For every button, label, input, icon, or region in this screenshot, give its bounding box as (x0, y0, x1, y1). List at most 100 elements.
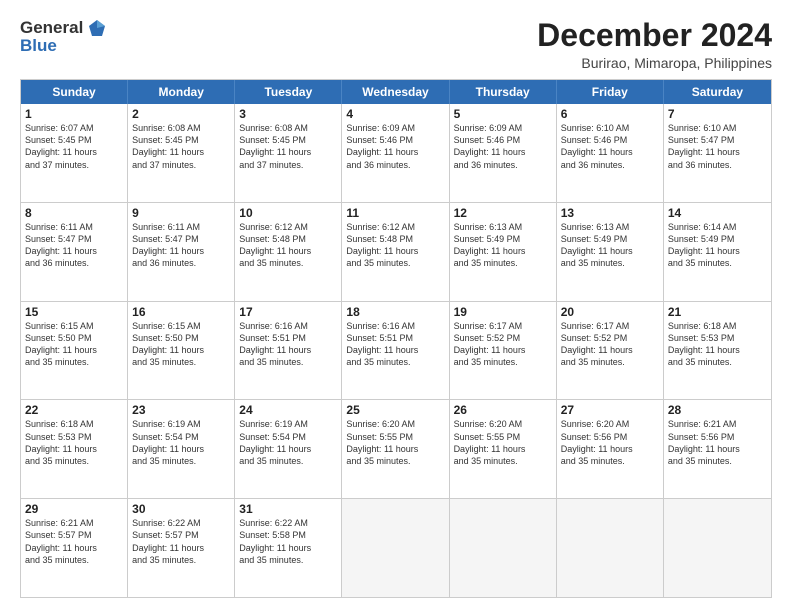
page: General Blue December 2024 Burirao, Mima… (0, 0, 792, 612)
day-number: 28 (668, 403, 767, 417)
day-cell-29: 29Sunrise: 6:21 AM Sunset: 5:57 PM Dayli… (21, 499, 128, 597)
day-cell-31: 31Sunrise: 6:22 AM Sunset: 5:58 PM Dayli… (235, 499, 342, 597)
empty-cell (450, 499, 557, 597)
day-cell-25: 25Sunrise: 6:20 AM Sunset: 5:55 PM Dayli… (342, 400, 449, 498)
day-number: 27 (561, 403, 659, 417)
day-info: Sunrise: 6:22 AM Sunset: 5:58 PM Dayligh… (239, 517, 337, 566)
day-number: 12 (454, 206, 552, 220)
empty-cell (342, 499, 449, 597)
day-info: Sunrise: 6:09 AM Sunset: 5:46 PM Dayligh… (454, 122, 552, 171)
day-cell-1: 1Sunrise: 6:07 AM Sunset: 5:45 PM Daylig… (21, 104, 128, 202)
title-block: December 2024 Burirao, Mimaropa, Philipp… (537, 18, 772, 71)
day-cell-8: 8Sunrise: 6:11 AM Sunset: 5:47 PM Daylig… (21, 203, 128, 301)
calendar: SundayMondayTuesdayWednesdayThursdayFrid… (20, 79, 772, 598)
day-number: 21 (668, 305, 767, 319)
day-info: Sunrise: 6:11 AM Sunset: 5:47 PM Dayligh… (132, 221, 230, 270)
header-day-friday: Friday (557, 80, 664, 104)
day-number: 19 (454, 305, 552, 319)
day-cell-13: 13Sunrise: 6:13 AM Sunset: 5:49 PM Dayli… (557, 203, 664, 301)
calendar-row-3: 15Sunrise: 6:15 AM Sunset: 5:50 PM Dayli… (21, 301, 771, 400)
day-info: Sunrise: 6:22 AM Sunset: 5:57 PM Dayligh… (132, 517, 230, 566)
empty-cell (664, 499, 771, 597)
day-info: Sunrise: 6:19 AM Sunset: 5:54 PM Dayligh… (132, 418, 230, 467)
day-cell-21: 21Sunrise: 6:18 AM Sunset: 5:53 PM Dayli… (664, 302, 771, 400)
day-info: Sunrise: 6:21 AM Sunset: 5:57 PM Dayligh… (25, 517, 123, 566)
header-day-wednesday: Wednesday (342, 80, 449, 104)
calendar-body: 1Sunrise: 6:07 AM Sunset: 5:45 PM Daylig… (21, 104, 771, 597)
day-info: Sunrise: 6:15 AM Sunset: 5:50 PM Dayligh… (25, 320, 123, 369)
day-info: Sunrise: 6:13 AM Sunset: 5:49 PM Dayligh… (561, 221, 659, 270)
day-cell-26: 26Sunrise: 6:20 AM Sunset: 5:55 PM Dayli… (450, 400, 557, 498)
day-info: Sunrise: 6:18 AM Sunset: 5:53 PM Dayligh… (25, 418, 123, 467)
day-cell-16: 16Sunrise: 6:15 AM Sunset: 5:50 PM Dayli… (128, 302, 235, 400)
day-cell-9: 9Sunrise: 6:11 AM Sunset: 5:47 PM Daylig… (128, 203, 235, 301)
day-number: 20 (561, 305, 659, 319)
calendar-row-1: 1Sunrise: 6:07 AM Sunset: 5:45 PM Daylig… (21, 104, 771, 202)
day-info: Sunrise: 6:20 AM Sunset: 5:55 PM Dayligh… (346, 418, 444, 467)
day-info: Sunrise: 6:16 AM Sunset: 5:51 PM Dayligh… (239, 320, 337, 369)
calendar-row-2: 8Sunrise: 6:11 AM Sunset: 5:47 PM Daylig… (21, 202, 771, 301)
day-cell-3: 3Sunrise: 6:08 AM Sunset: 5:45 PM Daylig… (235, 104, 342, 202)
day-info: Sunrise: 6:17 AM Sunset: 5:52 PM Dayligh… (561, 320, 659, 369)
header-day-monday: Monday (128, 80, 235, 104)
header-day-sunday: Sunday (21, 80, 128, 104)
day-number: 7 (668, 107, 767, 121)
day-info: Sunrise: 6:09 AM Sunset: 5:46 PM Dayligh… (346, 122, 444, 171)
day-info: Sunrise: 6:21 AM Sunset: 5:56 PM Dayligh… (668, 418, 767, 467)
day-info: Sunrise: 6:20 AM Sunset: 5:56 PM Dayligh… (561, 418, 659, 467)
day-cell-19: 19Sunrise: 6:17 AM Sunset: 5:52 PM Dayli… (450, 302, 557, 400)
day-cell-24: 24Sunrise: 6:19 AM Sunset: 5:54 PM Dayli… (235, 400, 342, 498)
calendar-row-4: 22Sunrise: 6:18 AM Sunset: 5:53 PM Dayli… (21, 399, 771, 498)
day-cell-6: 6Sunrise: 6:10 AM Sunset: 5:46 PM Daylig… (557, 104, 664, 202)
header-day-thursday: Thursday (450, 80, 557, 104)
day-number: 5 (454, 107, 552, 121)
day-cell-27: 27Sunrise: 6:20 AM Sunset: 5:56 PM Dayli… (557, 400, 664, 498)
calendar-row-5: 29Sunrise: 6:21 AM Sunset: 5:57 PM Dayli… (21, 498, 771, 597)
day-number: 13 (561, 206, 659, 220)
day-number: 25 (346, 403, 444, 417)
calendar-header: SundayMondayTuesdayWednesdayThursdayFrid… (21, 80, 771, 104)
logo-general: General (20, 18, 83, 38)
day-cell-11: 11Sunrise: 6:12 AM Sunset: 5:48 PM Dayli… (342, 203, 449, 301)
day-cell-4: 4Sunrise: 6:09 AM Sunset: 5:46 PM Daylig… (342, 104, 449, 202)
day-number: 14 (668, 206, 767, 220)
day-info: Sunrise: 6:18 AM Sunset: 5:53 PM Dayligh… (668, 320, 767, 369)
location: Burirao, Mimaropa, Philippines (537, 55, 772, 71)
day-info: Sunrise: 6:13 AM Sunset: 5:49 PM Dayligh… (454, 221, 552, 270)
day-number: 22 (25, 403, 123, 417)
header-day-saturday: Saturday (664, 80, 771, 104)
day-info: Sunrise: 6:19 AM Sunset: 5:54 PM Dayligh… (239, 418, 337, 467)
day-info: Sunrise: 6:14 AM Sunset: 5:49 PM Dayligh… (668, 221, 767, 270)
day-cell-14: 14Sunrise: 6:14 AM Sunset: 5:49 PM Dayli… (664, 203, 771, 301)
day-cell-22: 22Sunrise: 6:18 AM Sunset: 5:53 PM Dayli… (21, 400, 128, 498)
day-number: 17 (239, 305, 337, 319)
day-info: Sunrise: 6:10 AM Sunset: 5:46 PM Dayligh… (561, 122, 659, 171)
day-info: Sunrise: 6:15 AM Sunset: 5:50 PM Dayligh… (132, 320, 230, 369)
day-number: 10 (239, 206, 337, 220)
day-number: 29 (25, 502, 123, 516)
day-cell-5: 5Sunrise: 6:09 AM Sunset: 5:46 PM Daylig… (450, 104, 557, 202)
day-info: Sunrise: 6:12 AM Sunset: 5:48 PM Dayligh… (346, 221, 444, 270)
day-number: 18 (346, 305, 444, 319)
logo: General Blue (20, 18, 107, 56)
day-number: 3 (239, 107, 337, 121)
day-info: Sunrise: 6:08 AM Sunset: 5:45 PM Dayligh… (132, 122, 230, 171)
day-number: 2 (132, 107, 230, 121)
day-info: Sunrise: 6:07 AM Sunset: 5:45 PM Dayligh… (25, 122, 123, 171)
day-info: Sunrise: 6:17 AM Sunset: 5:52 PM Dayligh… (454, 320, 552, 369)
header-day-tuesday: Tuesday (235, 80, 342, 104)
day-number: 23 (132, 403, 230, 417)
day-number: 26 (454, 403, 552, 417)
day-number: 11 (346, 206, 444, 220)
day-number: 15 (25, 305, 123, 319)
day-number: 8 (25, 206, 123, 220)
day-info: Sunrise: 6:11 AM Sunset: 5:47 PM Dayligh… (25, 221, 123, 270)
day-info: Sunrise: 6:10 AM Sunset: 5:47 PM Dayligh… (668, 122, 767, 171)
day-cell-28: 28Sunrise: 6:21 AM Sunset: 5:56 PM Dayli… (664, 400, 771, 498)
day-cell-17: 17Sunrise: 6:16 AM Sunset: 5:51 PM Dayli… (235, 302, 342, 400)
day-number: 1 (25, 107, 123, 121)
day-info: Sunrise: 6:20 AM Sunset: 5:55 PM Dayligh… (454, 418, 552, 467)
day-cell-23: 23Sunrise: 6:19 AM Sunset: 5:54 PM Dayli… (128, 400, 235, 498)
empty-cell (557, 499, 664, 597)
day-number: 30 (132, 502, 230, 516)
